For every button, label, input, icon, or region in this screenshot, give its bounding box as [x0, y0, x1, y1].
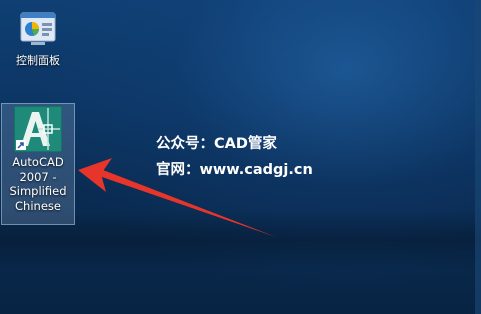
desktop-icon-autocad-2007[interactable]: AutoCAD 2007 - Simplified Chinese — [1, 103, 75, 225]
desktop-icon-label: 控制面板 — [16, 54, 60, 67]
control-panel-icon — [19, 10, 57, 48]
label-line: Simplified — [9, 184, 67, 198]
autocad-icon — [13, 105, 63, 153]
watermark-line-website: 官网：www.cadgj.cn — [156, 162, 313, 178]
desktop-icon-control-panel[interactable]: 控制面板 — [1, 10, 75, 67]
watermark-text: 公众号：CAD管家 官网：www.cadgj.cn — [156, 131, 313, 183]
label-line: Chinese — [15, 198, 61, 213]
watermark-line-wechat: 公众号：CAD管家 — [156, 136, 277, 152]
desktop-background: 控制面板 AutoCAD 2007 - Simplified Chinese 公… — [0, 0, 481, 314]
label-line: AutoCAD — [12, 155, 64, 169]
label-line: 2007 - — [19, 169, 57, 184]
desktop-icon-label: AutoCAD 2007 - Simplified Chinese — [2, 155, 74, 213]
